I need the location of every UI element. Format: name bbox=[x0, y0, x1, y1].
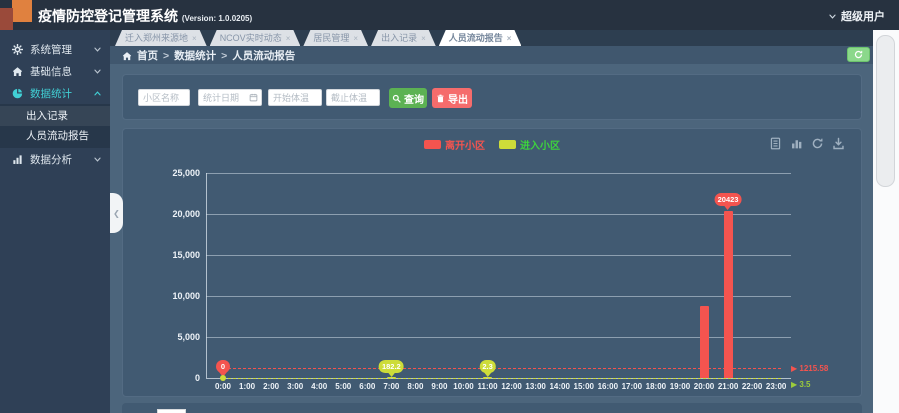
search-button[interactable]: 查询 bbox=[389, 88, 427, 108]
average-line-label: ▶ 3.5 bbox=[791, 380, 811, 389]
breadcrumb-separator: > bbox=[163, 50, 169, 62]
trash-icon bbox=[436, 94, 445, 103]
y-axis-label: 15,000 bbox=[154, 250, 200, 260]
y-axis-label: 0 bbox=[154, 373, 200, 383]
sidebar-item-label: 数据统计 bbox=[30, 86, 93, 101]
gridline bbox=[206, 214, 791, 215]
chevron-up-icon bbox=[93, 89, 102, 98]
axis-origin-dot bbox=[220, 375, 226, 381]
breadcrumb-separator: > bbox=[221, 50, 227, 62]
sidebar-item-3[interactable]: 数据分析 bbox=[0, 148, 110, 170]
export-button-label: 导出 bbox=[448, 91, 468, 106]
next-panel-fragment bbox=[122, 403, 862, 413]
tab-label: 人员流动报告 bbox=[449, 33, 503, 43]
tab-label: 出入记录 bbox=[381, 33, 417, 43]
sidebar-item-0[interactable]: 系统管理 bbox=[0, 38, 110, 60]
scrollbar-thumb[interactable] bbox=[876, 35, 895, 187]
sidebar-item-1[interactable]: 基础信息 bbox=[0, 60, 110, 82]
y-axis-label: 25,000 bbox=[154, 168, 200, 178]
home-icon bbox=[12, 66, 23, 77]
tab-1[interactable]: NCOV实时动态 × bbox=[210, 30, 301, 46]
breadcrumb-item-stats[interactable]: 数据统计 bbox=[174, 48, 216, 63]
refresh-icon bbox=[854, 50, 863, 59]
app-window: 疫情防控登记管理系统 (Version: 1.0.0205) 超级用户 系统管理… bbox=[0, 0, 899, 413]
community-name-input[interactable] bbox=[138, 89, 190, 106]
sidebar-item-label: 数据分析 bbox=[30, 152, 93, 167]
average-line bbox=[223, 378, 781, 379]
sidebar-submenu: 出入记录人员流动报告 bbox=[0, 104, 110, 148]
sidebar-item-label: 基础信息 bbox=[30, 64, 93, 79]
y-axis-label: 20,000 bbox=[154, 209, 200, 219]
mark-point: 0 bbox=[216, 360, 230, 373]
gridline bbox=[206, 296, 791, 297]
tab-label: NCOV实时动态 bbox=[220, 33, 282, 43]
chevron-down-icon bbox=[93, 45, 102, 54]
y-axis-label: 10,000 bbox=[154, 291, 200, 301]
temp-to-input[interactable] bbox=[326, 89, 380, 106]
home-icon bbox=[122, 51, 132, 61]
close-icon[interactable]: × bbox=[507, 34, 512, 43]
user-menu[interactable]: 超级用户 bbox=[828, 8, 885, 24]
mark-point: 2.3 bbox=[479, 360, 495, 373]
sidebar-collapse-handle[interactable]: ❮ bbox=[110, 193, 123, 233]
export-button[interactable]: 导出 bbox=[432, 88, 472, 108]
tab-label: 迁入郑州来源地 bbox=[125, 33, 188, 43]
pie-chart-icon bbox=[12, 88, 23, 99]
sidebar: 系统管理基础信息数据统计出入记录人员流动报告数据分析 bbox=[0, 30, 110, 413]
bar-leave bbox=[724, 211, 733, 378]
tab-0[interactable]: 迁入郑州来源地 × bbox=[115, 30, 207, 46]
app-version: (Version: 1.0.0205) bbox=[182, 14, 252, 23]
app-header: 疫情防控登记管理系统 (Version: 1.0.0205) 超级用户 bbox=[0, 0, 899, 30]
gridline bbox=[206, 255, 791, 256]
search-button-label: 查询 bbox=[404, 91, 424, 106]
close-icon[interactable]: × bbox=[286, 34, 291, 43]
temp-from-input[interactable] bbox=[268, 89, 322, 106]
sidebar-menu: 系统管理基础信息数据统计出入记录人员流动报告数据分析 bbox=[0, 30, 110, 170]
logo-square-red bbox=[0, 8, 13, 30]
y-axis-label: 5,000 bbox=[154, 332, 200, 342]
user-name: 超级用户 bbox=[841, 8, 885, 24]
scrollbar-track[interactable] bbox=[873, 30, 899, 413]
tab-label: 居民管理 bbox=[313, 33, 349, 43]
mark-point: 182.2 bbox=[379, 360, 404, 373]
bottom-partial-widget bbox=[157, 409, 186, 413]
tab-2[interactable]: 居民管理 × bbox=[303, 30, 368, 46]
search-icon bbox=[392, 94, 401, 103]
breadcrumb-bar: 首页 > 数据统计 > 人员流动报告 bbox=[110, 46, 873, 64]
sidebar-item-2[interactable]: 数据统计 bbox=[0, 82, 110, 104]
tab-strip: 迁入郑州来源地 × NCOV实时动态 × 居民管理 × 出入记录 × 人员流动报告 × bbox=[110, 30, 873, 46]
chevron-down-icon bbox=[93, 155, 102, 164]
sidebar-subitem-1[interactable]: 人员流动报告 bbox=[0, 126, 110, 146]
app-title-text: 疫情防控登记管理系统 bbox=[38, 8, 178, 24]
y-axis bbox=[206, 173, 207, 378]
close-icon[interactable]: × bbox=[353, 34, 358, 43]
tab-3[interactable]: 出入记录 × bbox=[371, 30, 436, 46]
close-icon[interactable]: × bbox=[192, 34, 197, 43]
gear-icon bbox=[12, 44, 23, 55]
sidebar-item-label: 系统管理 bbox=[30, 42, 93, 57]
chart-panel: 离开小区进入小区 05,00010,00015,00020,00025,0000… bbox=[122, 128, 862, 397]
gridline bbox=[206, 173, 791, 174]
average-line bbox=[223, 368, 781, 369]
sidebar-subitem-0[interactable]: 出入记录 bbox=[0, 106, 110, 126]
app-title: 疫情防控登记管理系统 (Version: 1.0.0205) bbox=[38, 6, 252, 26]
breadcrumb-home[interactable]: 首页 bbox=[137, 48, 158, 63]
logo-square-orange bbox=[12, 0, 32, 22]
tab-4[interactable]: 人员流动报告 × bbox=[439, 30, 522, 46]
filter-panel: 查询 导出 bbox=[122, 74, 862, 120]
breadcrumb: 首页 > 数据统计 > 人员流动报告 bbox=[122, 48, 295, 63]
average-line-label: ▶ 1215.58 bbox=[791, 364, 828, 373]
x-axis-label: 23:00 bbox=[760, 382, 792, 391]
refresh-button[interactable] bbox=[847, 47, 870, 62]
breadcrumb-item-current: 人员流动报告 bbox=[232, 48, 295, 63]
mark-point: 20423 bbox=[715, 193, 742, 206]
tab-bar: 迁入郑州来源地 × NCOV实时动态 × 居民管理 × 出入记录 × 人员流动报告 × bbox=[115, 30, 524, 46]
bar-chart-icon bbox=[12, 154, 23, 165]
close-icon[interactable]: × bbox=[421, 34, 426, 43]
stat-date-input[interactable] bbox=[198, 89, 262, 106]
chart-plot: 05,00010,00015,00020,00025,0000:001:002:… bbox=[123, 129, 863, 398]
chevron-down-icon bbox=[828, 12, 837, 21]
chevron-down-icon bbox=[93, 67, 102, 76]
